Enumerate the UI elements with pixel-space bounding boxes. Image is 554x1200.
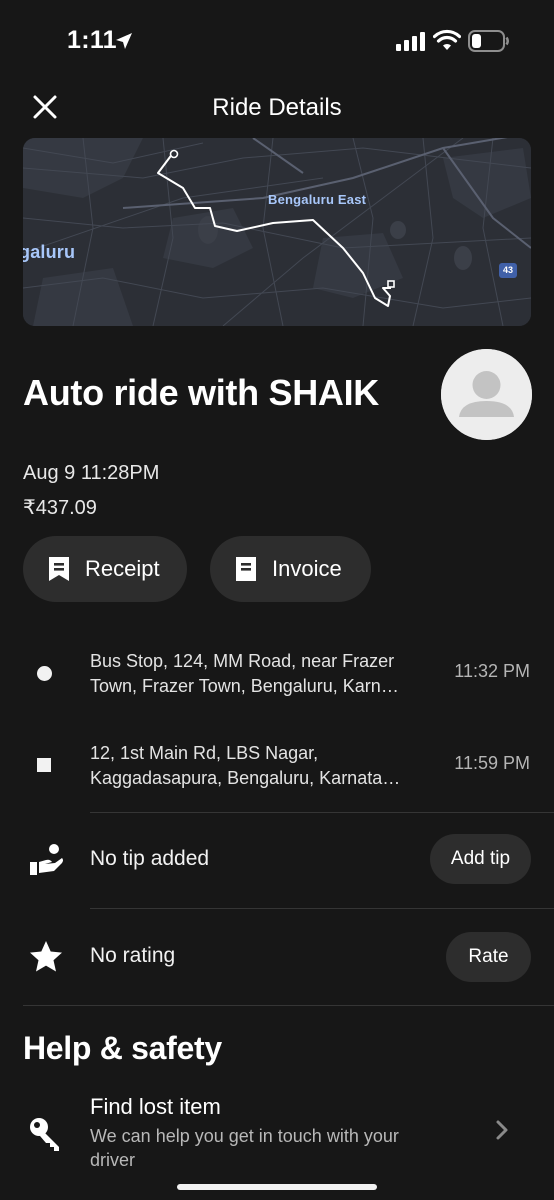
dropoff-stop[interactable]: 12, 1st Main Rd, LBS Nagar, Kaggadasapur… (0, 737, 554, 807)
route-map[interactable]: Bengaluru East galuru 43 (23, 138, 531, 326)
pickup-stop[interactable]: Bus Stop, 124, MM Road, near Frazer Town… (0, 645, 554, 715)
invoice-label: Invoice (272, 556, 342, 581)
location-arrow-icon (116, 33, 132, 49)
hand-tip-icon (30, 844, 63, 875)
header: Ride Details (0, 86, 554, 130)
invoice-button[interactable]: Invoice (210, 536, 371, 602)
divider (90, 812, 554, 813)
dropoff-time: 11:59 PM (454, 753, 530, 773)
rate-button[interactable]: Rate (446, 932, 531, 982)
pickup-address-line1: Bus Stop, 124, MM Road, near Frazer (90, 651, 395, 671)
rating-row: No rating Rate (0, 927, 554, 987)
wifi-icon (433, 29, 461, 50)
pickup-time: 11:32 PM (454, 661, 530, 681)
lost-item-title: Find lost item (90, 1094, 221, 1119)
dropoff-address-line1: 12, 1st Main Rd, LBS Nagar, (90, 743, 319, 763)
status-time: 1:11 (67, 26, 117, 54)
divider (23, 1005, 554, 1006)
map-label-bengaluru-east: Bengaluru East (268, 192, 367, 207)
dropoff-address: 12, 1st Main Rd, LBS Nagar, Kaggadasapur… (90, 741, 435, 791)
rating-label: No rating (90, 944, 176, 967)
cellular-signal-icon (396, 32, 425, 51)
receipt-icon (49, 557, 69, 581)
map-label-bengaluru: galuru (23, 242, 76, 262)
invoice-icon (236, 557, 256, 581)
ride-title: Auto ride with SHAIK (23, 372, 379, 413)
divider (90, 908, 554, 909)
help-safety-heading: Help & safety (23, 1030, 222, 1066)
key-icon (30, 1118, 59, 1151)
pickup-address-line2: Town, Frazer Town, Bengaluru, Karn… (90, 676, 399, 696)
lost-item-subtitle: We can help you get in touch with your d… (90, 1126, 399, 1170)
person-icon (441, 349, 532, 440)
pickup-dot-icon (37, 666, 52, 681)
dropoff-square-icon (37, 758, 51, 772)
ride-date: Aug 9 11:28PM (23, 462, 160, 484)
page-title: Ride Details (212, 94, 342, 121)
home-indicator[interactable] (177, 1184, 377, 1190)
chevron-right-icon (496, 1120, 508, 1140)
tip-label: No tip added (90, 847, 210, 870)
status-bar: 1:11 (0, 0, 554, 86)
ride-fare: ₹437.09 (23, 497, 97, 519)
dropoff-address-line2: Kaggadasapura, Bengaluru, Karnata… (90, 768, 401, 788)
map-canvas (23, 138, 531, 326)
driver-avatar (441, 349, 532, 440)
receipt-button[interactable]: Receipt (23, 536, 187, 602)
receipt-label: Receipt (85, 556, 160, 581)
tip-row: No tip added Add tip (0, 830, 554, 890)
battery-icon (468, 30, 509, 52)
road-shield: 43 (499, 263, 517, 278)
find-lost-item-row[interactable]: Find lost item We can help you get in to… (0, 1088, 554, 1188)
add-tip-button[interactable]: Add tip (430, 834, 531, 884)
star-icon (30, 941, 62, 972)
pickup-address: Bus Stop, 124, MM Road, near Frazer Town… (90, 649, 435, 699)
